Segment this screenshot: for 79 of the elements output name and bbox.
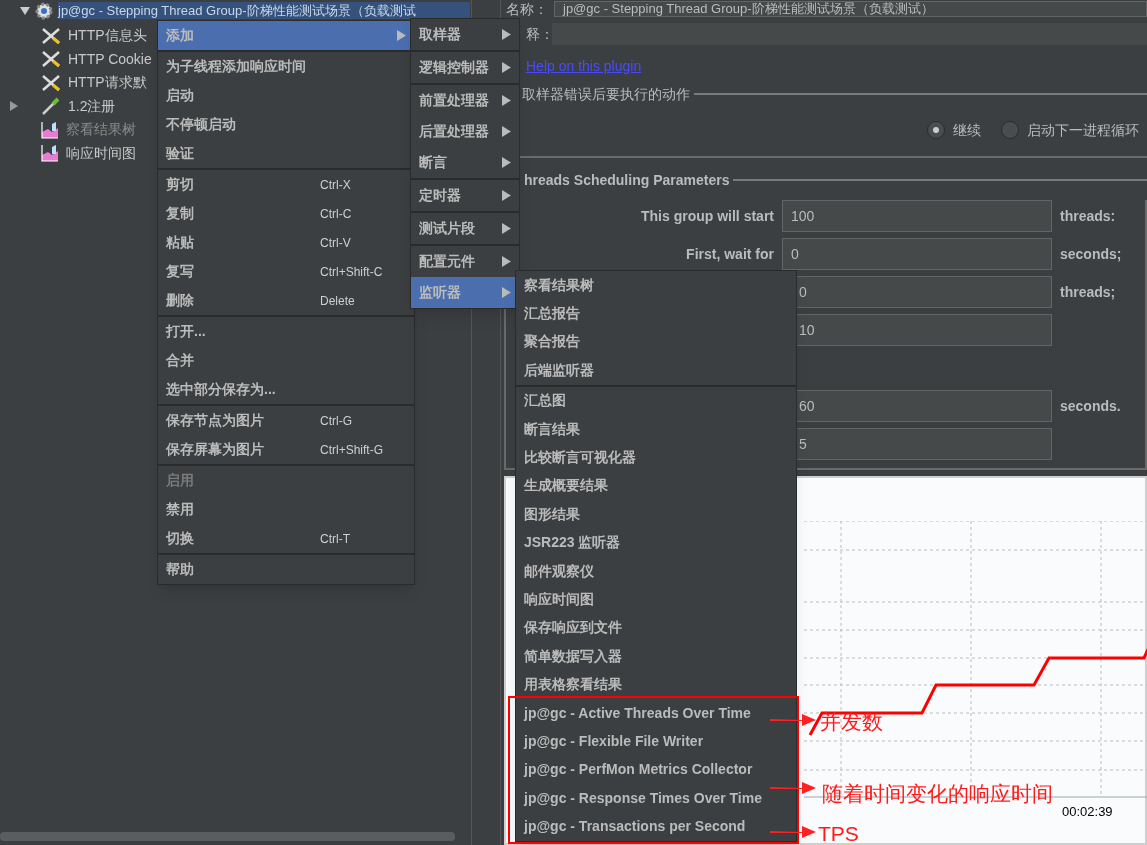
menu-item[interactable]: jp@gc - Response Times Over Time [516,784,796,813]
tree-item[interactable]: HTTP请求默 [68,72,147,94]
axis-label: 00:02:39 [1062,803,1113,821]
menu-item[interactable]: 图形结果 [516,500,796,529]
menu-item[interactable]: 为子线程添加响应时间 [158,52,414,81]
unit-label: seconds; [1060,244,1122,264]
wrench-screwdriver-icon [40,72,62,93]
radio-button[interactable] [927,121,945,139]
unit-label: threads; [1060,282,1116,302]
menu-item[interactable]: 测试片段 [411,213,519,244]
menu-item[interactable]: jp@gc - Flexible File Writer [516,727,796,756]
menu-item[interactable]: jp@gc - Active Threads Over Time [516,698,796,728]
menu-item[interactable]: jp@gc - PerfMon Metrics Collector [516,755,796,785]
tree-toggle[interactable] [9,101,19,112]
menu-item[interactable]: 简单数据写入器 [516,642,796,671]
field-label: First, wait for [686,244,774,264]
menu-item[interactable]: 粘贴 Ctrl-V [158,228,414,257]
menu-item[interactable]: 剪切 Ctrl-X [158,170,414,199]
menu-item[interactable]: 保存节点为图片 Ctrl-G [158,406,414,435]
tree-item[interactable]: 1.2注册 [68,95,116,117]
menu-item[interactable]: 打开... [158,317,414,346]
menu-item[interactable]: 合并 [158,346,414,375]
section-title: hreads Scheduling Parameters [524,170,730,190]
field-label: This group will start [641,206,774,226]
menu-item[interactable]: JSR223 监听器 [516,528,796,557]
menu-item[interactable]: 选中部分保存为... [158,375,414,404]
chart-icon [40,119,60,140]
menu-item[interactable]: 保存响应到文件 [516,613,796,643]
arrow-icon [770,824,816,840]
scrollbar-thumb[interactable] [0,832,455,841]
menu-item[interactable]: 逻辑控制器 [411,52,519,83]
menu-item[interactable]: 断言 [411,147,519,178]
menu-item[interactable]: 不停顿启动 [158,110,414,139]
menu-item[interactable]: jp@gc - Transactions per Second [516,812,796,841]
field-label: 名称： [506,0,546,19]
menu-item[interactable]: 切换 Ctrl-T [158,524,414,553]
menu-item[interactable]: 验证 [158,139,414,168]
menu-item[interactable]: 复制 Ctrl-C [158,199,414,228]
unit-label: threads: [1060,206,1116,226]
arrow-icon [770,780,816,796]
menu-item[interactable]: 后置处理器 [411,116,519,147]
wrench-screwdriver-icon [40,25,62,46]
tree-item[interactable]: jp@gc - Stepping Thread Group-阶梯性能测试场景（负载测试 [58,2,470,19]
tree-item[interactable]: HTTP Cookie [68,48,152,70]
tree-item[interactable]: 响应时间图 [66,142,136,164]
name-field[interactable]: jp@gc - Stepping Thread Group-阶梯性能测试场景（负载测试） [554,1,1147,17]
menu-item[interactable]: 生成概要结果 [516,471,796,501]
section-title: 取样器错误后要执行的动作 [522,84,690,104]
menu-item[interactable]: 帮助 [158,555,414,584]
number-field[interactable]: 0 [782,238,1052,270]
menu-item[interactable]: 启动 [158,81,414,110]
chart-icon [40,143,60,164]
menu-item[interactable]: 复写 Ctrl+Shift-C [158,257,414,286]
wrench-screwdriver-icon [40,49,62,70]
menu-item[interactable]: 响应时间图 [516,585,796,614]
menu-item[interactable]: 定时器 [411,180,519,211]
menu-item[interactable]: 前置处理器 [411,85,519,116]
arrow-icon [770,712,816,728]
menu-item[interactable]: 用表格察看结果 [516,670,796,699]
number-field[interactable]: 100 [782,200,1052,232]
radio-label: 启动下一进程循环 [1027,120,1139,140]
pipette-icon [40,96,62,117]
radio-button[interactable] [1001,121,1019,139]
annotation-text: 并发数 [820,710,883,734]
annotation-text: TPS [818,822,859,845]
menu-item[interactable]: 禁用 [158,495,414,524]
menu-item[interactable]: 配置元件 [411,246,519,277]
menu-item[interactable]: 取样器 [411,19,519,50]
gear-icon [34,0,54,21]
menu-item[interactable]: 邮件观察仪 [516,556,796,586]
unit-label: seconds. [1060,396,1121,416]
tree-item[interactable]: HTTP信息头 [68,25,147,47]
field-label: 释： [526,24,548,44]
menu-item[interactable]: 后端监听器 [516,356,796,385]
tree-toggle[interactable] [20,5,30,16]
radio-label: 继续 [953,120,981,140]
menu-item[interactable]: 删除 Delete [158,286,414,315]
menu-item[interactable]: 保存屏幕为图片 Ctrl+Shift-G [158,435,414,464]
annotation-text: 随着时间变化的响应时间 [822,782,1053,806]
